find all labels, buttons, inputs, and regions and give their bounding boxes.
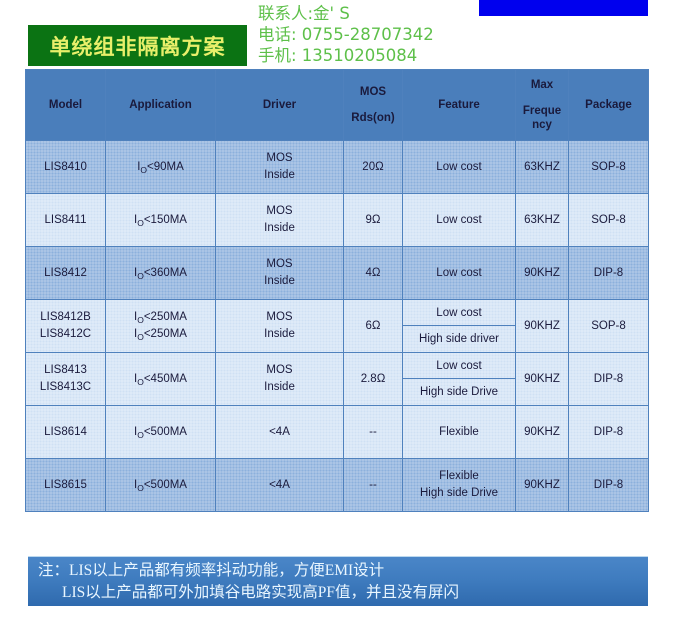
cell-application: IO<500MA <box>105 458 216 512</box>
cell-max-frequency: 63KHZ <box>515 193 569 247</box>
cell-model: LIS8615 <box>25 458 106 512</box>
contact-phone: 电话: 0755-28707342 <box>258 25 434 44</box>
cell-rdson: 20Ω <box>343 140 403 194</box>
contact-person: 联系人:金' S <box>258 4 350 23</box>
cell-model: LIS8412B LIS8412C <box>25 299 106 353</box>
col-header-frequency-label: Freque ncy <box>522 105 562 131</box>
table-row: LIS8411 IO<150MA MOS Inside 9Ω Low cost 6… <box>25 193 649 247</box>
cell-max-frequency: 90KHZ <box>515 405 569 459</box>
contact-info-block: 联系人:金' S 电话: 0755-28707342 手机: 135102050… <box>258 3 488 66</box>
cell-feature-low-cost: Low cost <box>403 300 515 326</box>
cell-model: LIS8614 <box>25 405 106 459</box>
cell-package: SOP-8 <box>568 140 649 194</box>
cell-rdson: 6Ω <box>343 299 403 353</box>
col-header-max-frequency: Max Freque ncy <box>515 69 569 141</box>
col-header-mos-label: MOS <box>359 85 387 98</box>
cell-rdson: -- <box>343 405 403 459</box>
cell-max-frequency: 90KHZ <box>515 299 569 353</box>
col-header-mos-rdson: MOS Rds(on) <box>343 69 403 141</box>
cell-package: SOP-8 <box>568 299 649 353</box>
col-header-max-label: Max <box>530 79 554 91</box>
cell-driver: MOS Inside <box>215 193 344 247</box>
spec-table-container: Model Application Driver MOS Rds(on) Fea… <box>25 69 649 512</box>
cell-model: LIS8412 <box>25 246 106 300</box>
cell-model: LIS8411 <box>25 193 106 247</box>
table-row: LIS8410 IO<90MA MOS Inside 20Ω Low cost 6… <box>25 140 649 194</box>
cell-package: DIP-8 <box>568 405 649 459</box>
cell-application: IO<150MA <box>105 193 216 247</box>
col-header-application: Application <box>105 69 216 141</box>
cell-feature-high-side: High side driver <box>419 333 499 345</box>
cell-feature: Low cost <box>402 140 516 194</box>
col-header-rdson-label: Rds(on) <box>351 111 395 124</box>
section-title-box: 单绕组非隔离方案 <box>28 25 247 66</box>
top-blue-banner-bar <box>479 0 648 16</box>
table-row: LIS8412 IO<360MA MOS Inside 4Ω Low cost 9… <box>25 246 649 300</box>
col-header-driver: Driver <box>215 69 344 141</box>
cell-driver: MOS Inside <box>215 352 344 406</box>
cell-feature: Low cost <box>402 193 516 247</box>
col-header-model: Model <box>25 69 106 141</box>
cell-package: SOP-8 <box>568 193 649 247</box>
spec-table-header: Model Application Driver MOS Rds(on) Fea… <box>25 69 649 141</box>
cell-package: DIP-8 <box>568 458 649 512</box>
cell-application: IO<250MA IO<250MA <box>105 299 216 353</box>
cell-feature-split: Low cost High side Drive <box>402 352 516 406</box>
cell-driver: MOS Inside <box>215 299 344 353</box>
cell-rdson: 4Ω <box>343 246 403 300</box>
table-row: LIS8412B LIS8412C IO<250MA IO<250MA MOS In… <box>25 299 649 353</box>
col-header-feature: Feature <box>402 69 516 141</box>
cell-max-frequency: 90KHZ <box>515 352 569 406</box>
cell-package: DIP-8 <box>568 352 649 406</box>
cell-max-frequency: 63KHZ <box>515 140 569 194</box>
cell-max-frequency: 90KHZ <box>515 246 569 300</box>
cell-rdson: -- <box>343 458 403 512</box>
cell-driver: MOS Inside <box>215 140 344 194</box>
contact-mobile: 手机: 13510205084 <box>258 46 418 65</box>
footer-note-line-2: LIS以上产品都可外加填谷电路实现高PF值，并且没有屏闪 <box>62 584 459 601</box>
footer-note-box: 注：LIS以上产品都有频率抖动功能，方便EMI设计 LIS以上产品都可外加填谷电… <box>28 556 648 606</box>
cell-application: IO<450MA <box>105 352 216 406</box>
footer-note-line-1: 注：LIS以上产品都有频率抖动功能，方便EMI设计 <box>38 562 385 579</box>
cell-rdson: 2.8Ω <box>343 352 403 406</box>
cell-feature: Flexible High side Drive <box>402 458 516 512</box>
cell-feature: Flexible <box>402 405 516 459</box>
spec-table: Model Application Driver MOS Rds(on) Fea… <box>25 69 649 512</box>
col-header-package: Package <box>568 69 649 141</box>
cell-package: DIP-8 <box>568 246 649 300</box>
cell-application: IO<90MA <box>105 140 216 194</box>
cell-driver: MOS Inside <box>215 246 344 300</box>
cell-feature-low-cost: Low cost <box>403 353 515 379</box>
cell-application: IO<360MA <box>105 246 216 300</box>
cell-driver: <4A <box>215 405 344 459</box>
cell-rdson: 9Ω <box>343 193 403 247</box>
cell-max-frequency: 90KHZ <box>515 458 569 512</box>
cell-feature: Low cost <box>402 246 516 300</box>
cell-model: LIS8413 LIS8413C <box>25 352 106 406</box>
cell-model: LIS8410 <box>25 140 106 194</box>
cell-feature-split: Low cost High side driver <box>402 299 516 353</box>
table-row: LIS8614 IO<500MA <4A -- Flexible 90KHZ D… <box>25 405 649 459</box>
section-title-text: 单绕组非隔离方案 <box>49 34 226 59</box>
cell-feature-high-side: High side Drive <box>420 386 498 398</box>
table-row: LIS8615 IO<500MA <4A -- Flexible High sid… <box>25 458 649 512</box>
cell-application: IO<500MA <box>105 405 216 459</box>
cell-driver: <4A <box>215 458 344 512</box>
table-row: LIS8413 LIS8413C IO<450MA MOS Inside 2.8Ω … <box>25 352 649 406</box>
spec-table-body: LIS8410 IO<90MA MOS Inside 20Ω Low cost 6… <box>25 140 649 512</box>
header-row: Model Application Driver MOS Rds(on) Fea… <box>25 69 649 141</box>
